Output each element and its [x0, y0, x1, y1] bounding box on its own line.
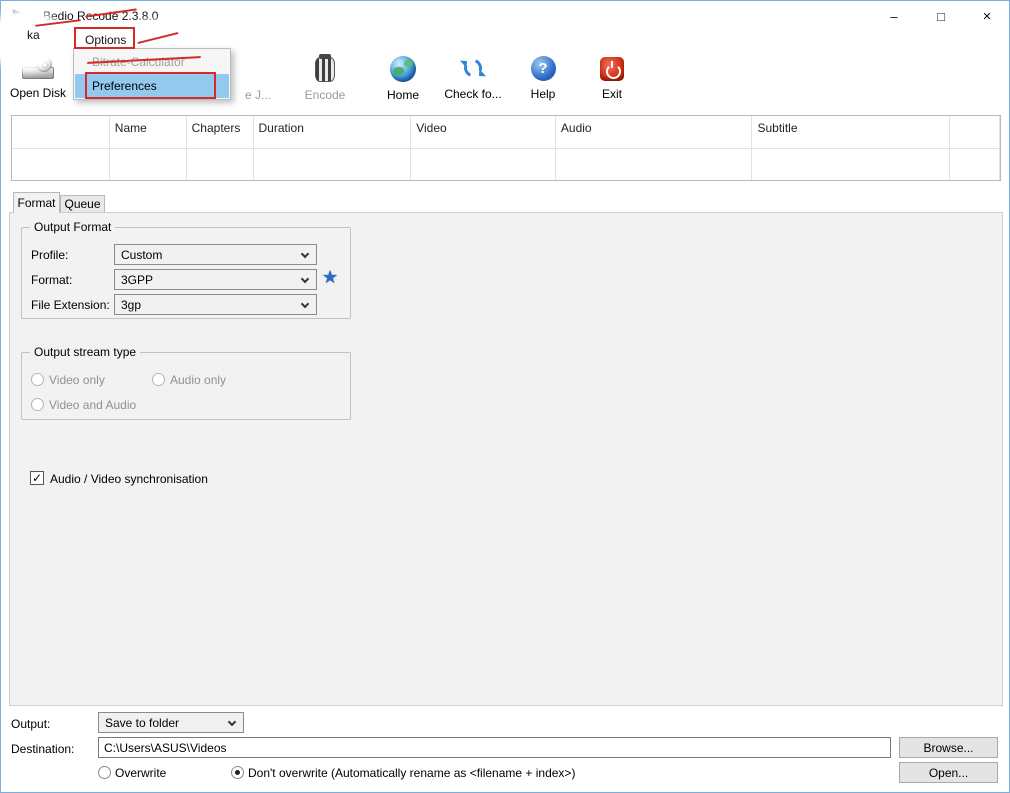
- output-label: Output:: [11, 717, 50, 731]
- av-sync-label: Audio / Video synchronisation: [50, 472, 208, 486]
- remove-job-icon: [245, 56, 271, 82]
- profile-combo[interactable]: Custom: [114, 244, 317, 265]
- dont-overwrite-radio[interactable]: [231, 766, 244, 779]
- check-updates-button[interactable]: Check fo...: [439, 53, 507, 111]
- close-button[interactable]: ×: [964, 1, 1010, 31]
- remove-job-button: e J...: [229, 53, 287, 111]
- help-label: Help: [531, 87, 556, 101]
- favorite-star-button[interactable]: ★: [322, 268, 338, 286]
- check-updates-label: Check fo...: [444, 87, 501, 101]
- exit-power-icon: [600, 57, 624, 81]
- home-label: Home: [387, 88, 419, 102]
- table-header-divider: [12, 148, 1000, 149]
- help-icon: ?: [531, 56, 556, 81]
- file-list-table: Name Chapters Duration Video Audio Subti…: [11, 115, 1001, 181]
- chevron-down-icon: [301, 250, 309, 258]
- destination-input[interactable]: [98, 737, 891, 758]
- annotation-box-preferences: [85, 72, 216, 99]
- output-mode-combo[interactable]: Save to folder: [98, 712, 244, 733]
- browse-button[interactable]: Browse...: [899, 737, 998, 758]
- output-mode-value: Save to folder: [105, 716, 179, 730]
- destination-label: Destination:: [11, 742, 74, 756]
- help-button[interactable]: ? Help: [513, 53, 573, 111]
- video-and-audio-radio: [31, 398, 44, 411]
- remove-job-label: e J...: [245, 88, 271, 102]
- chevron-down-icon: [301, 300, 309, 308]
- annotation-box-options: [74, 27, 135, 49]
- chevron-down-icon: [228, 718, 236, 726]
- minimize-button[interactable]: –: [871, 1, 917, 31]
- maximize-button[interactable]: □: [918, 1, 964, 31]
- home-button[interactable]: Home: [371, 53, 435, 111]
- encode-button: Encode: [293, 53, 357, 111]
- video-and-audio-label: Video and Audio: [49, 398, 136, 412]
- format-value: 3GPP: [121, 273, 153, 287]
- tab-format[interactable]: Format: [13, 192, 60, 213]
- video-only-label: Video only: [49, 373, 105, 387]
- file-extension-combo[interactable]: 3gp: [114, 294, 317, 315]
- tab-queue[interactable]: Queue: [60, 195, 105, 212]
- dont-overwrite-label: Don't overwrite (Automatically rename as…: [248, 766, 575, 780]
- overwrite-radio[interactable]: [98, 766, 111, 779]
- overwrite-label: Overwrite: [115, 766, 166, 780]
- profile-value: Custom: [121, 248, 162, 262]
- output-format-title: Output Format: [30, 220, 115, 234]
- video-only-radio: [31, 373, 44, 386]
- format-combo[interactable]: 3GPP: [114, 269, 317, 290]
- output-stream-title: Output stream type: [30, 345, 140, 359]
- refresh-icon: [460, 56, 486, 81]
- open-button[interactable]: Open...: [899, 762, 998, 783]
- check-mark-icon: ✓: [32, 471, 42, 485]
- chevron-down-icon: [301, 275, 309, 283]
- annotation-blob: [133, 24, 233, 49]
- home-globe-icon: [390, 56, 416, 82]
- open-disk-label: Open Disk: [10, 86, 66, 100]
- encode-icon: [315, 57, 335, 82]
- file-extension-label: File Extension:: [31, 298, 110, 312]
- av-sync-checkbox[interactable]: ✓: [30, 471, 44, 485]
- menubar-fragment: ka: [27, 28, 40, 42]
- audio-only-radio: [152, 373, 165, 386]
- file-extension-value: 3gp: [121, 298, 141, 312]
- format-label: Format:: [31, 273, 72, 287]
- exit-button[interactable]: Exit: [581, 53, 643, 111]
- profile-label: Profile:: [31, 248, 68, 262]
- audio-only-label: Audio only: [170, 373, 226, 387]
- encode-label: Encode: [305, 88, 346, 102]
- exit-label: Exit: [602, 87, 622, 101]
